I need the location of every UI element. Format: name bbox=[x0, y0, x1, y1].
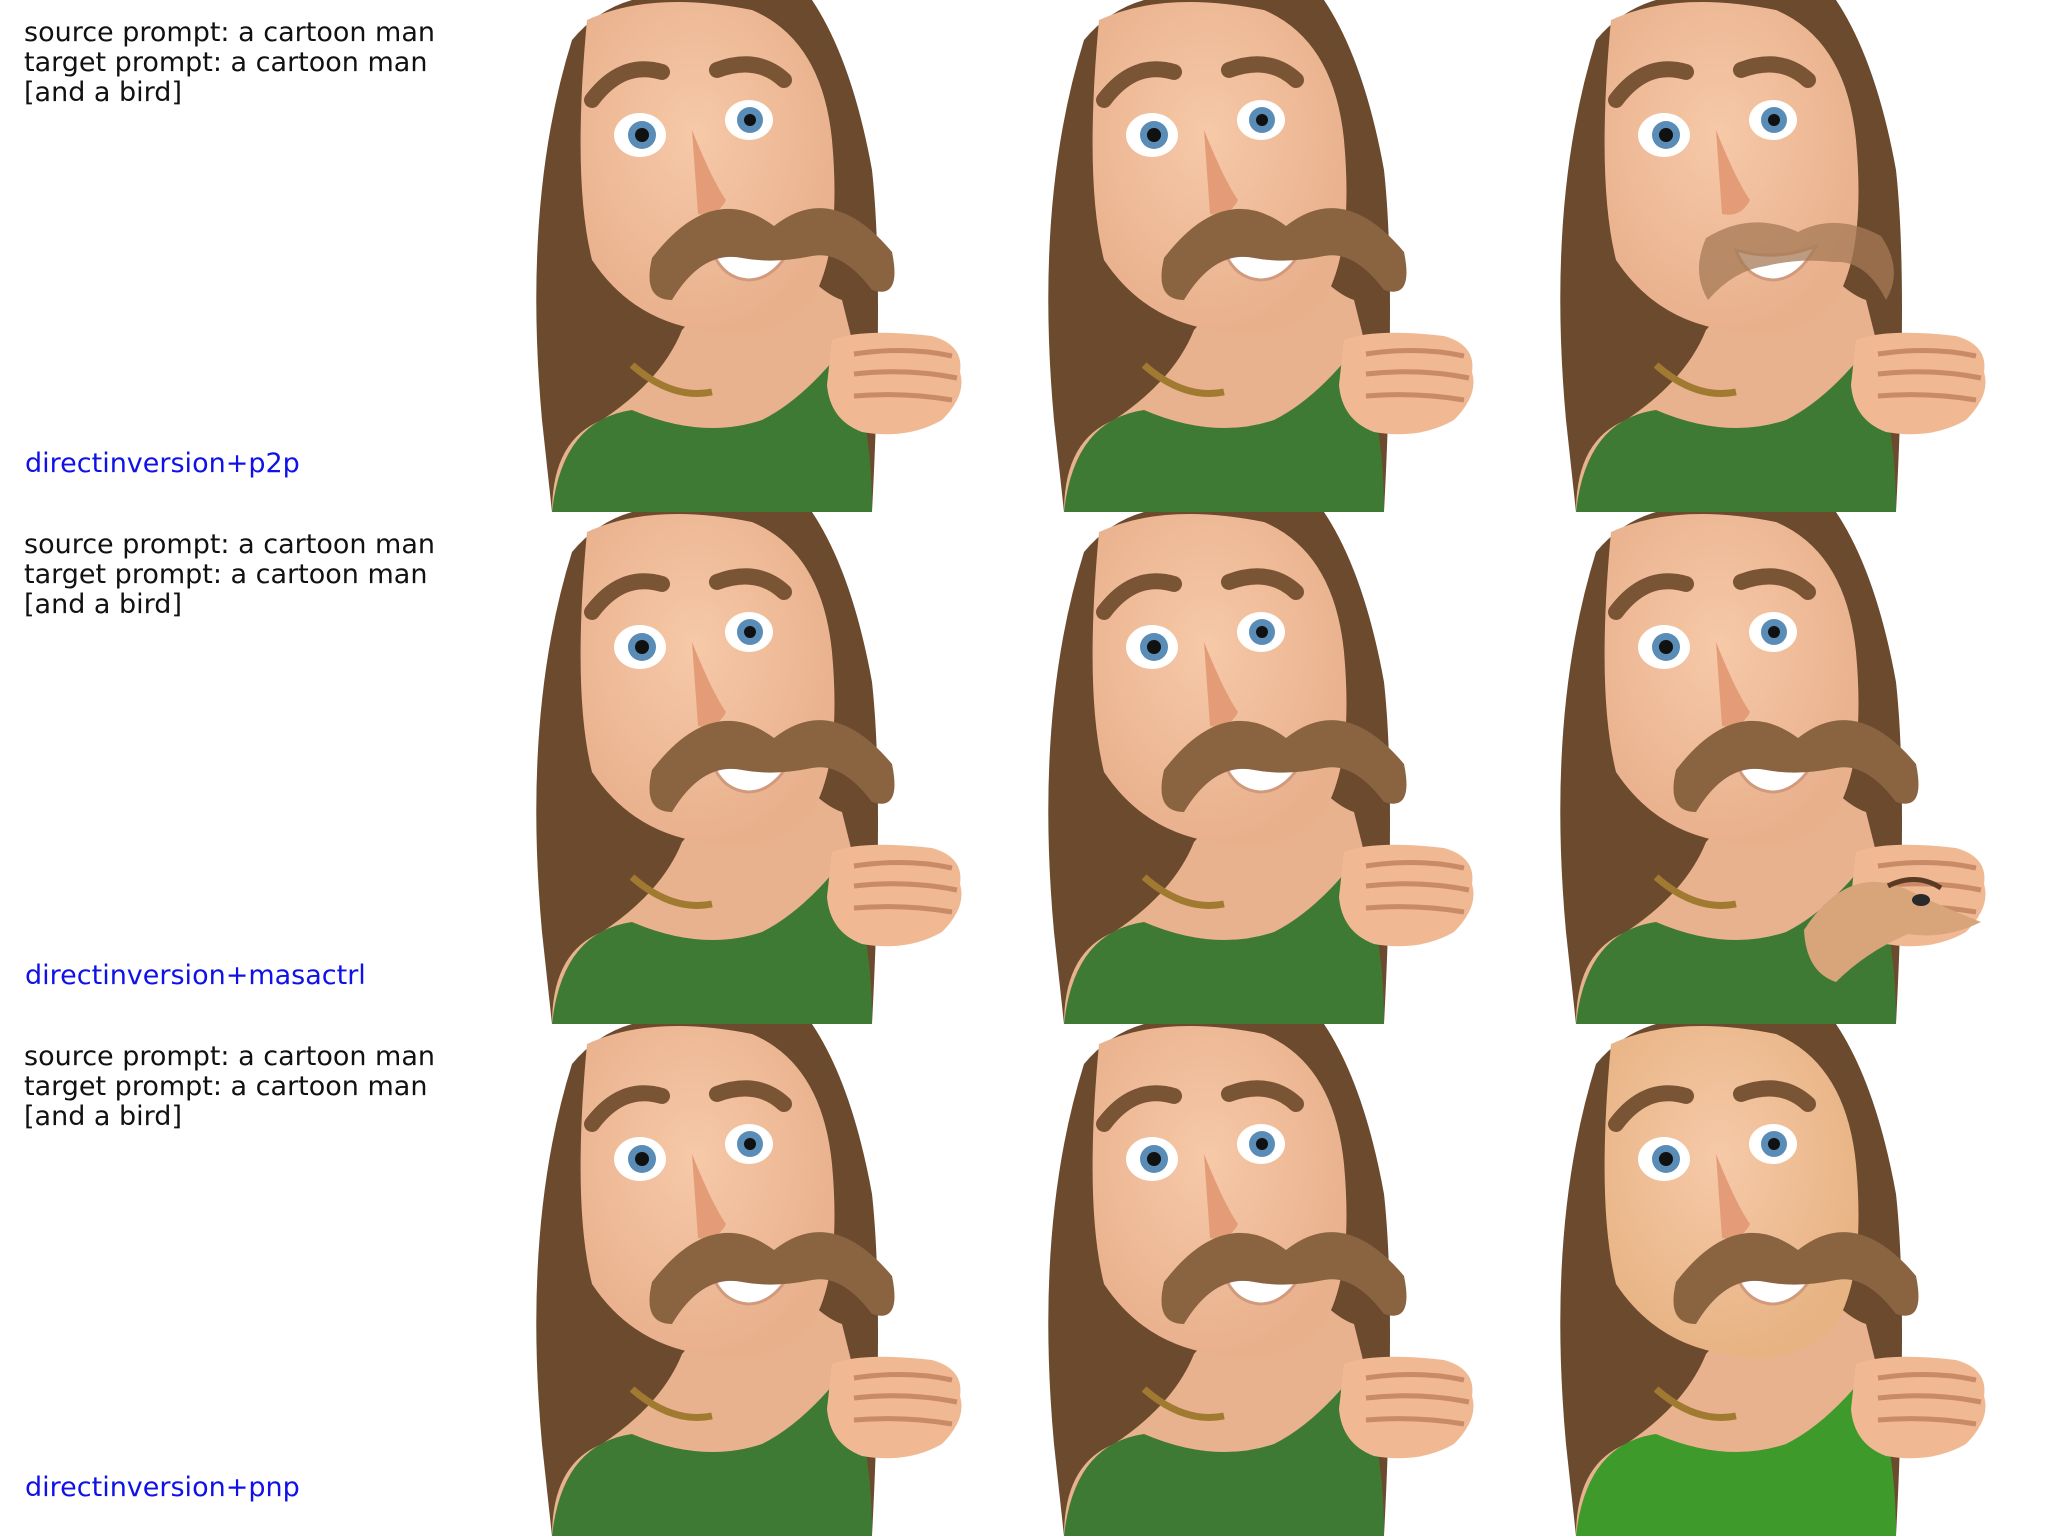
prompt-caption: source prompt: a cartoon man target prom… bbox=[24, 530, 494, 620]
cartoon-man-illustration bbox=[1024, 0, 1536, 512]
method-label: directinversion+pnp bbox=[25, 1472, 300, 1503]
target-prompt-text: target prompt: a cartoon man [and a bird… bbox=[24, 1071, 428, 1132]
cartoon-man-illustration bbox=[1024, 1024, 1536, 1536]
reconstruction-image bbox=[1024, 512, 1536, 1024]
cartoon-man-illustration bbox=[1536, 1024, 2048, 1536]
target-prompt-text: target prompt: a cartoon man [and a bird… bbox=[24, 47, 428, 108]
target-prompt-text: target prompt: a cartoon man [and a bird… bbox=[24, 559, 428, 620]
prompt-caption: source prompt: a cartoon man target prom… bbox=[24, 18, 494, 108]
cartoon-man-illustration bbox=[512, 1024, 1024, 1536]
source-image bbox=[512, 512, 1024, 1024]
reconstruction-image bbox=[1024, 1024, 1536, 1536]
source-prompt-text: source prompt: a cartoon man bbox=[24, 529, 436, 560]
cartoon-man-illustration bbox=[512, 0, 1024, 512]
source-prompt-text: source prompt: a cartoon man bbox=[24, 17, 436, 48]
method-row: source prompt: a cartoon man target prom… bbox=[0, 1024, 2048, 1536]
source-image bbox=[512, 0, 1024, 512]
prompt-caption: source prompt: a cartoon man target prom… bbox=[24, 1042, 494, 1132]
source-prompt-text: source prompt: a cartoon man bbox=[24, 1041, 436, 1072]
reconstruction-image bbox=[1024, 0, 1536, 512]
cartoon-man-illustration bbox=[1536, 512, 2048, 1024]
edited-image bbox=[1536, 512, 2048, 1024]
method-row: source prompt: a cartoon man target prom… bbox=[0, 0, 2048, 512]
edited-image bbox=[1536, 1024, 2048, 1536]
comparison-grid: source prompt: a cartoon man target prom… bbox=[0, 0, 2048, 1536]
cartoon-man-illustration bbox=[1024, 512, 1536, 1024]
method-row: source prompt: a cartoon man target prom… bbox=[0, 512, 2048, 1024]
method-label: directinversion+p2p bbox=[25, 448, 300, 479]
edited-image bbox=[1536, 0, 2048, 512]
cartoon-man-illustration bbox=[512, 512, 1024, 1024]
source-image bbox=[512, 1024, 1024, 1536]
cartoon-man-illustration bbox=[1536, 0, 2048, 512]
method-label: directinversion+masactrl bbox=[25, 960, 366, 991]
